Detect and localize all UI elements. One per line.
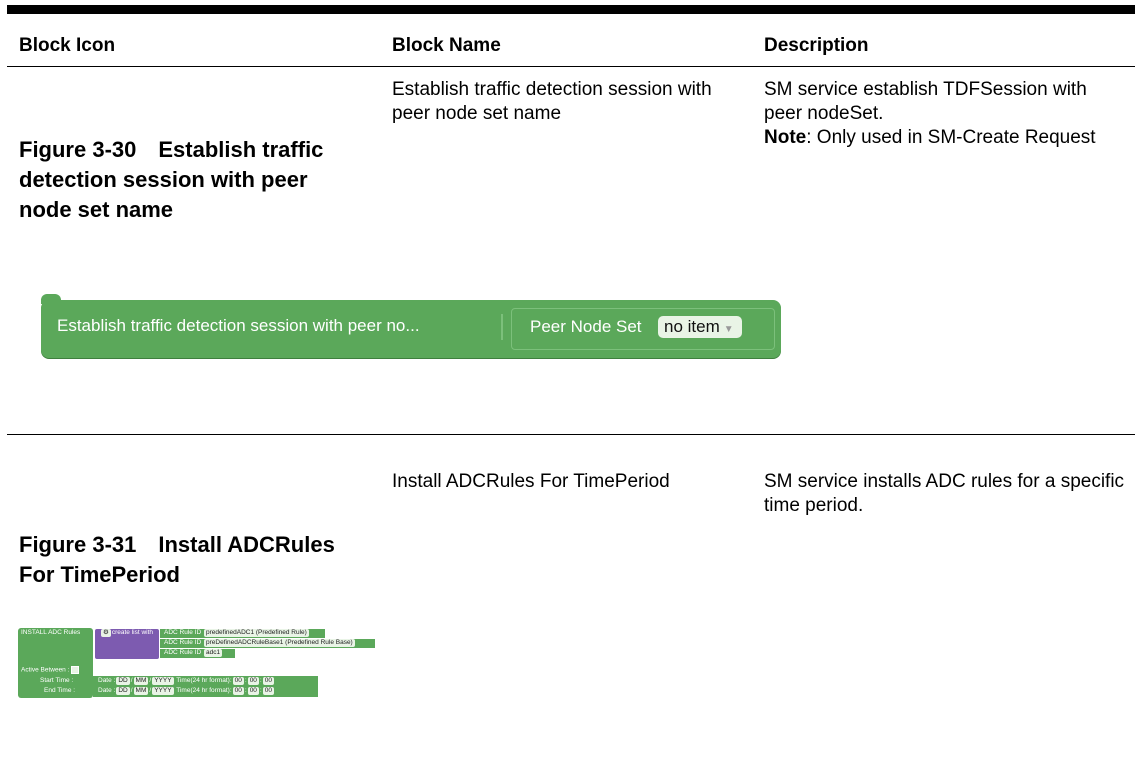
- gear-icon: ⚙: [101, 629, 111, 637]
- end-time-label: End Time :: [44, 687, 76, 694]
- header-block-name: Block Name: [392, 35, 501, 56]
- row1-note-text: : Only used in SM-Create Request: [806, 127, 1096, 148]
- block-main-label: Establish traffic detection session with…: [57, 316, 420, 335]
- rule-row-2: ADC Rule ID preDefinedADCRuleBase1 (Pred…: [164, 639, 355, 647]
- install-adc-title: INSTALL ADC Rules: [21, 629, 81, 636]
- start-time-label: Start Time :: [40, 677, 74, 684]
- checkbox-icon: [71, 666, 80, 674]
- block-notch: [41, 294, 61, 304]
- install-adc-rules-block: INSTALL ADC Rules ⚙ create list with ADC …: [18, 628, 380, 700]
- create-list-label: ⚙ create list with: [101, 629, 154, 637]
- dropdown-value: no item: [664, 317, 720, 336]
- header-block-icon: Block Icon: [19, 35, 116, 56]
- row1-description: SM service establish TDFSession with pee…: [764, 78, 1129, 150]
- row2-description: SM service installs ADC rules for a spec…: [764, 471, 1125, 516]
- row2-block-name: Install ADCRules For TimePeriod: [392, 471, 670, 492]
- rule-row-3: ADC Rule ID adc1: [164, 649, 223, 657]
- establish-session-block: Establish traffic detection session with…: [41, 294, 781, 358]
- header-divider: [7, 66, 1135, 67]
- row1-block-name: Establish traffic detection session with…: [392, 79, 712, 124]
- row1-description-text: SM service establish TDFSession with pee…: [764, 79, 1087, 124]
- chevron-down-icon: ▼: [723, 324, 734, 335]
- figure-3-30-label: Figure 3-30: [19, 137, 137, 162]
- end-time-fields: Date : DD / MM / YYYY Time(24 hr format): 00:0…: [98, 687, 274, 695]
- figure-3-31-caption: Figure 3-31 Install ADCRules For TimePeri…: [19, 530, 349, 590]
- header-description: Description: [764, 35, 869, 56]
- start-time-fields: Date : DD / MM / YYYY Time(24 hr format): 00:0…: [98, 677, 274, 685]
- peer-node-set-dropdown: no item ▼: [658, 316, 742, 338]
- row1-note-label: Note: [764, 127, 807, 148]
- figure-3-30-caption: Figure 3-30 Establish traffic detection s…: [19, 135, 349, 225]
- row-divider: [7, 434, 1135, 435]
- block-separator: [501, 314, 503, 340]
- table-top-rule: [7, 5, 1135, 14]
- peer-node-set-field: Peer Node Set no item ▼: [511, 308, 775, 350]
- figure-3-31-label: Figure 3-31: [19, 532, 137, 557]
- active-between-row: Active Between :: [21, 666, 80, 675]
- peer-node-set-label: Peer Node Set: [530, 317, 642, 336]
- rule-row-1: ADC Rule ID predefinedADC1 (Predefined R…: [164, 629, 309, 637]
